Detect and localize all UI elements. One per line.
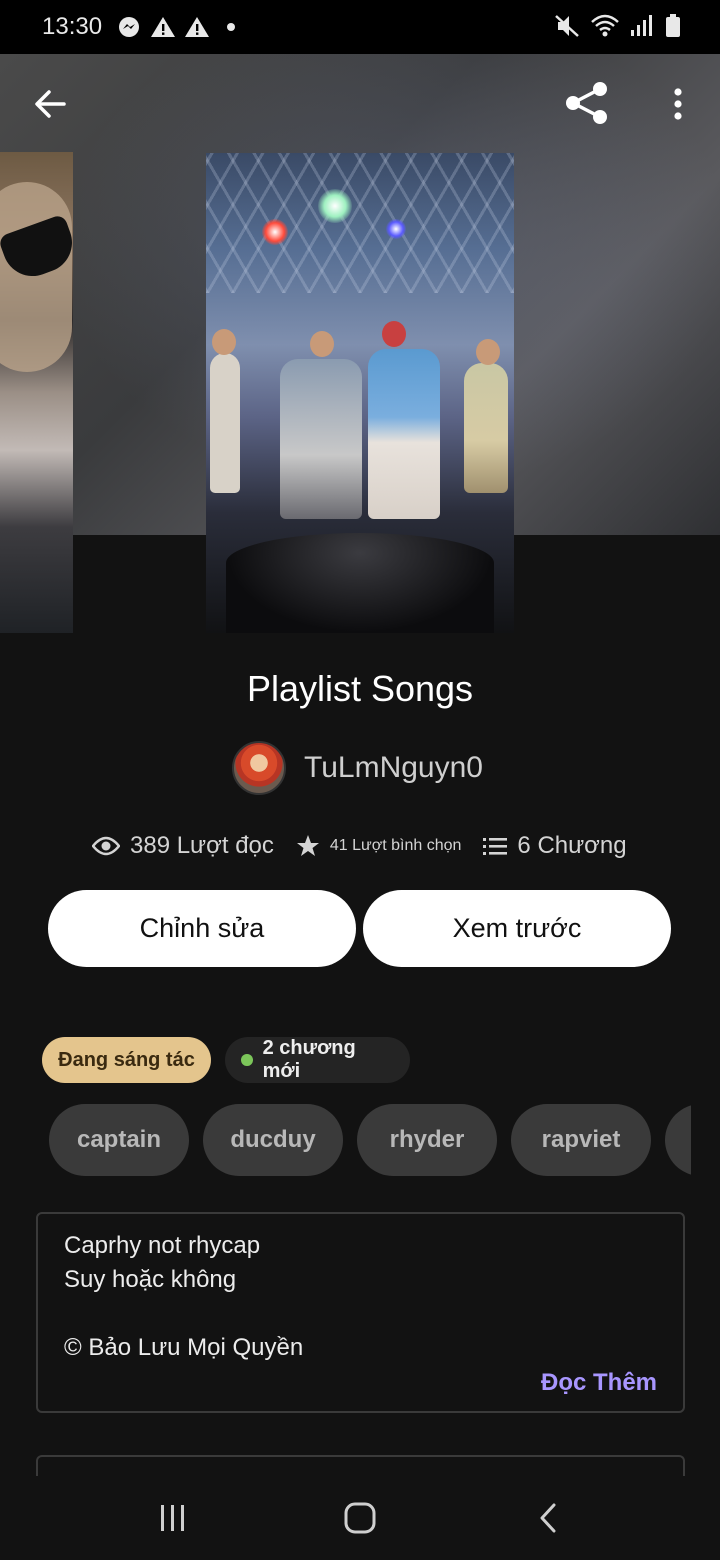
cover-art	[386, 219, 406, 239]
tag-chip[interactable]	[665, 1104, 691, 1176]
new-chapters-label: 2 chương mới	[262, 1037, 356, 1082]
cover-art	[212, 329, 236, 355]
battery-icon	[664, 12, 682, 45]
eye-icon	[92, 836, 120, 856]
cover-art	[206, 153, 514, 293]
tag-chip[interactable]: ducduy	[203, 1104, 343, 1176]
description-line: Suy hoặc không	[64, 1266, 237, 1293]
arrow-left-icon	[35, 90, 66, 118]
mute-icon	[554, 12, 580, 45]
author-link[interactable]: TuLmNguyn0	[232, 740, 483, 796]
cover-art	[368, 349, 440, 519]
cover-art	[382, 321, 406, 347]
description-line: Caprhy not rhycap	[64, 1232, 261, 1259]
share-button[interactable]	[562, 78, 612, 128]
read-more-link[interactable]: Đọc Thêm	[541, 1369, 657, 1397]
cover-art	[262, 219, 288, 245]
author-name[interactable]: TuLmNguyn0	[304, 751, 483, 785]
tag-chip[interactable]: rhyder	[357, 1104, 497, 1176]
description-line: © Bảo Lưu Mọi Quyền	[64, 1334, 304, 1361]
list-icon	[483, 838, 508, 855]
more-options-button[interactable]	[660, 80, 696, 128]
preview-button[interactable]: Xem trước	[363, 890, 671, 967]
system-nav-bar	[0, 1476, 720, 1560]
story-stats: 389 Lượt đọc 41 Lượt bình chọn 6 Chương	[92, 826, 649, 866]
wifi-icon	[590, 12, 620, 45]
status-time: 13:30	[42, 13, 103, 40]
cover-art	[464, 363, 508, 493]
warning-icon	[148, 12, 178, 42]
votes-stat: 41 Lượt bình chọn	[296, 834, 462, 858]
new-chapters-badge: 2 chương mới	[225, 1037, 410, 1083]
story-cover[interactable]	[206, 153, 514, 633]
home-button[interactable]	[330, 1496, 390, 1540]
votes-count: 41 Lượt bình chọn	[329, 837, 462, 854]
back-nav-button[interactable]	[518, 1496, 578, 1540]
cover-art	[280, 359, 362, 519]
dot-icon	[216, 12, 246, 42]
cover-art	[310, 331, 334, 357]
signal-icon	[630, 12, 654, 45]
status-badge: Đang sáng tác	[42, 1037, 211, 1083]
cover-art	[0, 182, 72, 372]
new-indicator-dot	[241, 1054, 253, 1066]
previous-story-cover[interactable]	[0, 152, 73, 633]
share-icon	[566, 82, 607, 124]
tag-chip[interactable]: rapviet	[511, 1104, 651, 1176]
warning-icon	[182, 12, 212, 42]
cover-art	[226, 533, 494, 633]
tag-list: captain ducduy rhyder rapviet	[49, 1104, 691, 1176]
chapters-stat: 6 Chương	[483, 832, 627, 860]
star-icon	[296, 835, 319, 856]
cover-art	[210, 353, 240, 493]
chapters-count: 6 Chương	[517, 832, 627, 859]
recent-apps-icon	[161, 1505, 184, 1531]
edit-button[interactable]: Chỉnh sửa	[48, 890, 356, 967]
reads-count: 389 Lượt đọc	[130, 832, 274, 859]
reads-stat: 389 Lượt đọc	[92, 832, 274, 860]
messenger-icon	[114, 12, 144, 42]
cover-art	[476, 339, 500, 365]
story-title: Playlist Songs	[246, 668, 474, 709]
status-icons-right	[554, 12, 682, 45]
more-vertical-icon	[674, 88, 682, 120]
avatar[interactable]	[232, 741, 286, 795]
cover-art	[318, 189, 352, 223]
story-description: Caprhy not rhycap Suy hoặc không © Bảo L…	[36, 1212, 685, 1413]
tag-chip[interactable]: captain	[49, 1104, 189, 1176]
chevron-left-icon	[540, 1503, 556, 1533]
back-button[interactable]	[26, 80, 74, 128]
recent-apps-button[interactable]	[143, 1496, 203, 1540]
home-icon	[344, 1502, 376, 1534]
status-bar: 13:30	[0, 0, 720, 54]
